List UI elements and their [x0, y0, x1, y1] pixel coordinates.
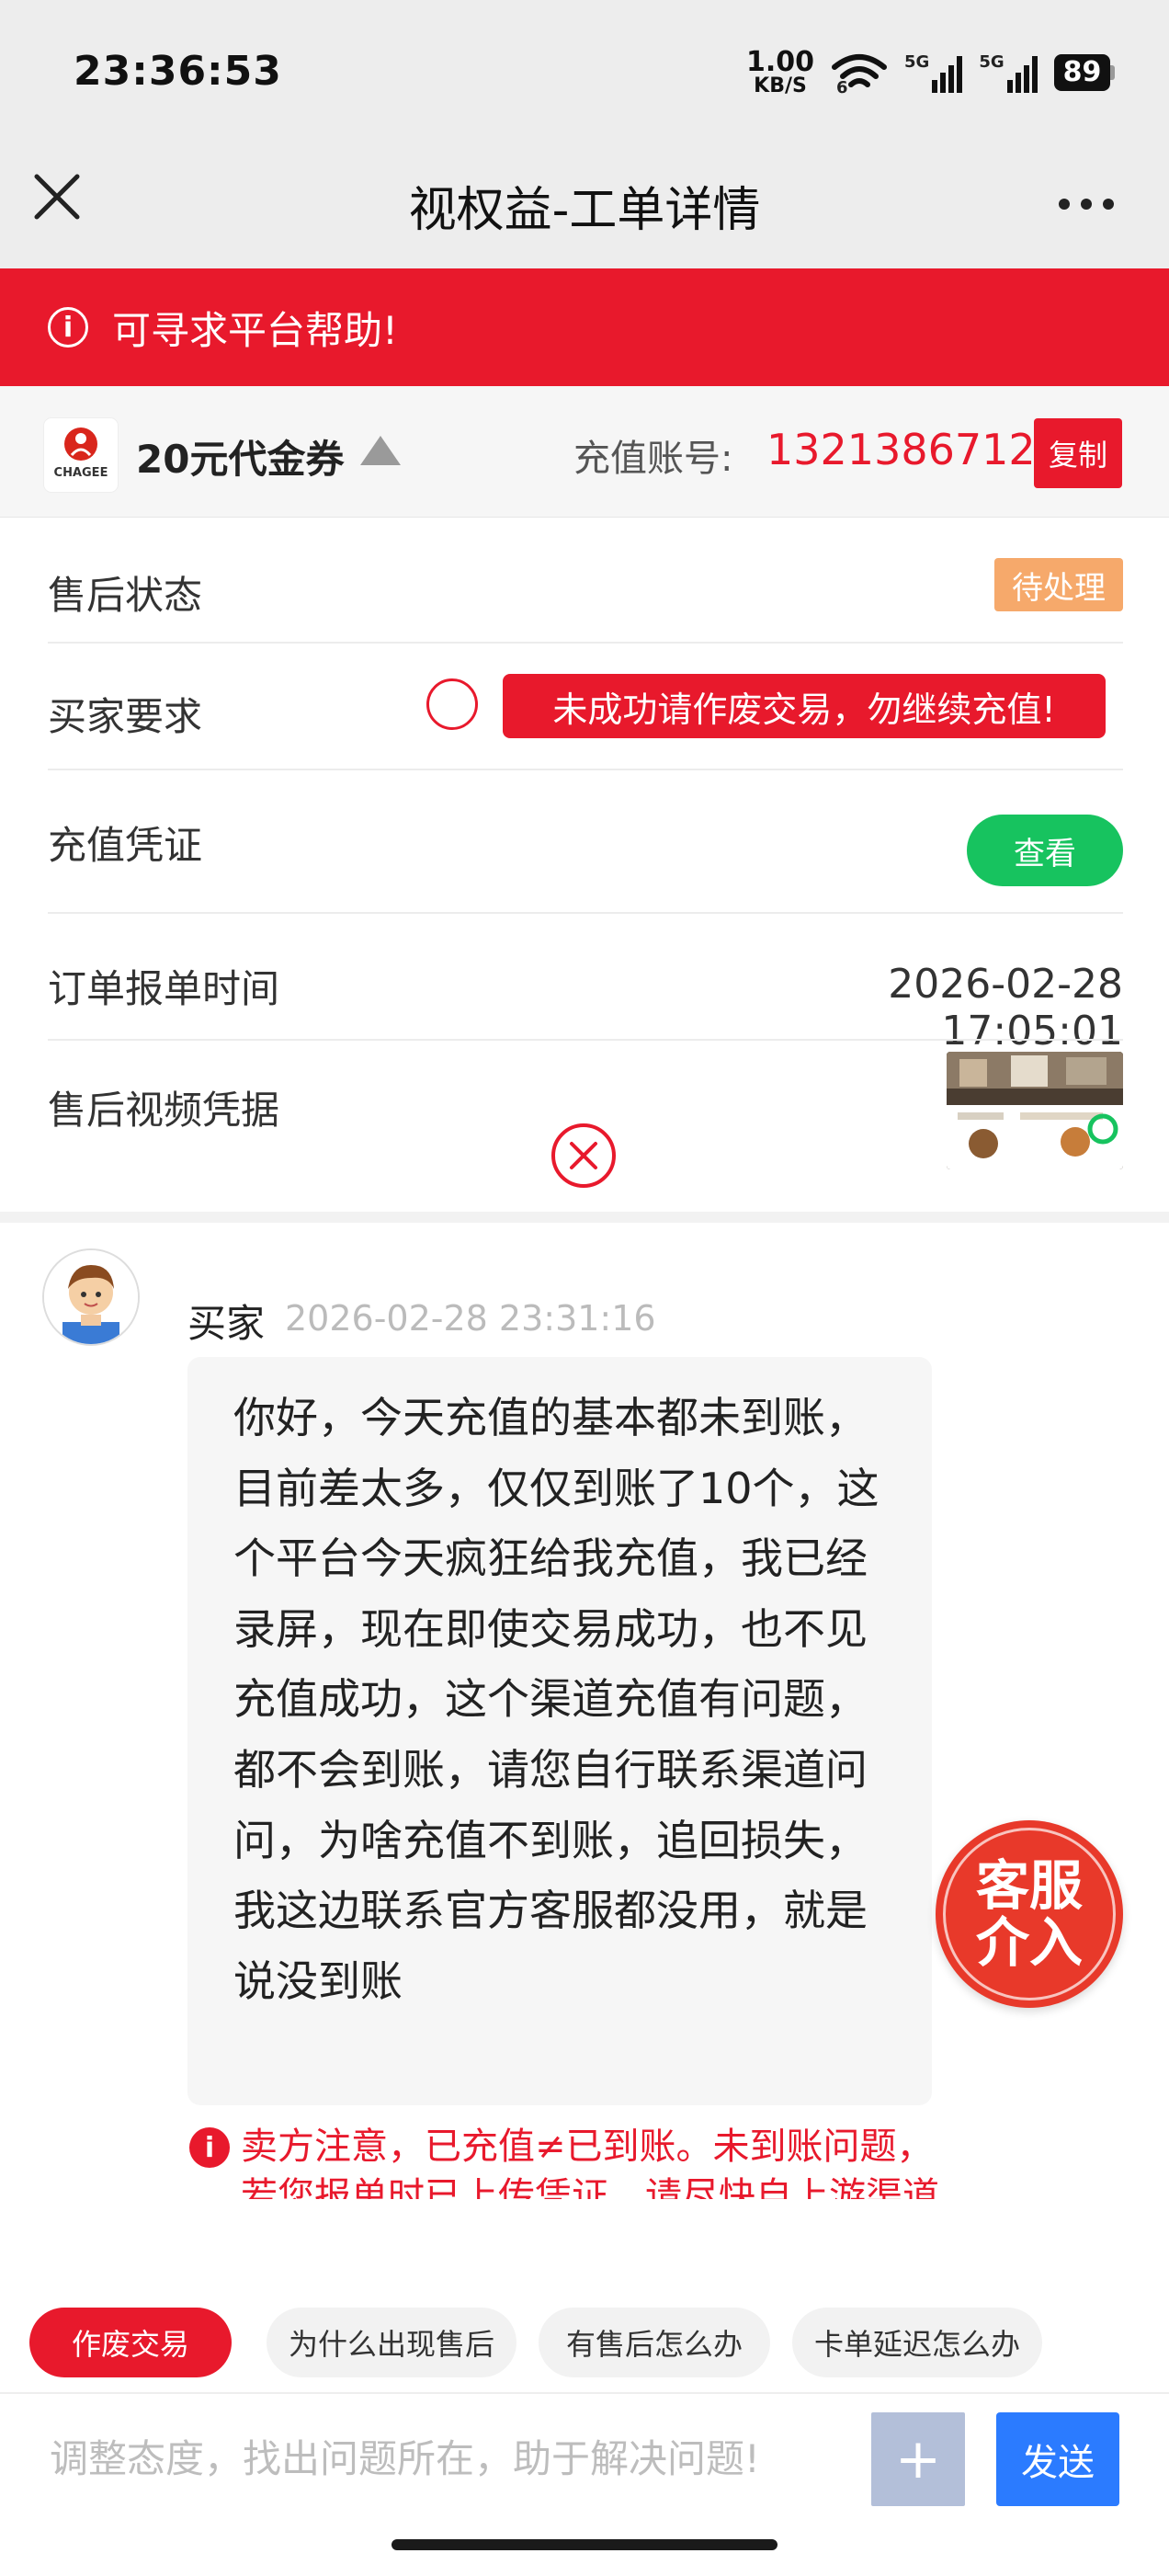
brand-logo: CHAGEE	[44, 418, 118, 492]
status-time: 23:36:53	[74, 48, 282, 95]
page-title: 视权益-工单详情	[408, 183, 761, 238]
alert-text: 可寻求平台帮助!	[112, 307, 398, 353]
caret-up-icon[interactable]	[360, 436, 401, 465]
account-value: 13213867125	[766, 425, 1062, 474]
net-speed-value: 1.00	[746, 46, 815, 78]
buyer-request-value: 未成功请作废交易，勿继续充值!	[503, 674, 1106, 738]
sender-name: 买家	[187, 1301, 266, 1346]
section-separator	[0, 1212, 1169, 1223]
chip-order-delay[interactable]: 卡单延迟怎么办	[792, 2308, 1042, 2377]
aftersale-status-label: 售后状态	[48, 573, 203, 618]
divider	[48, 769, 1123, 770]
kefu-label-2: 介入	[975, 1911, 1083, 1974]
buyer-request-label: 买家要求	[48, 694, 203, 739]
chip-void-transaction[interactable]: 作废交易	[29, 2308, 232, 2377]
more-menu-button[interactable]	[1057, 188, 1116, 211]
report-time-label: 订单报单时间	[48, 966, 280, 1011]
voucher-label: 充值凭证	[48, 823, 203, 868]
view-voucher-button[interactable]: 查看	[967, 815, 1123, 886]
wifi-badge: 6	[836, 78, 848, 97]
brand-logo-text: CHAGEE	[53, 466, 108, 480]
divider	[48, 642, 1123, 644]
wifi-icon: 6	[831, 52, 888, 97]
copy-button[interactable]: 复制	[1034, 418, 1122, 488]
send-button[interactable]: 发送	[996, 2412, 1119, 2506]
add-attachment-button[interactable]: +	[871, 2412, 965, 2506]
status-badge: 待处理	[994, 558, 1123, 611]
avatar	[42, 1248, 140, 1346]
net-speed: 1.00 KB/S	[746, 49, 814, 97]
info-icon: i	[48, 307, 88, 348]
status-icons: 1.00 KB/S 6 5G 5G 89	[746, 49, 1116, 97]
home-indicator[interactable]	[392, 2539, 777, 2550]
video-evidence-label: 售后视频凭据	[48, 1088, 280, 1133]
kefu-label-1: 客服	[975, 1854, 1083, 1917]
video-thumbnail[interactable]	[947, 1052, 1123, 1169]
message-time: 2026-02-28 23:31:16	[285, 1298, 656, 1339]
divider	[48, 912, 1123, 914]
message-input[interactable]	[48, 2418, 842, 2499]
close-circle-icon[interactable]	[550, 1122, 618, 1190]
warning-icon: i	[189, 2127, 230, 2168]
chip-why-aftersale[interactable]: 为什么出现售后	[267, 2308, 516, 2377]
chip-aftersale-howto[interactable]: 有售后怎么办	[539, 2308, 770, 2377]
message-text: 你好，今天充值的基本都未到账，目前差太多，仅仅到账了10个，这个平台今天疯狂给我…	[233, 1393, 880, 2006]
battery-icon: 89	[1053, 54, 1116, 91]
net-speed-unit: KB/S	[754, 74, 807, 97]
battery-level: 89	[1053, 54, 1111, 91]
divider	[48, 1039, 1123, 1041]
signal-icon-1: 5G	[904, 52, 963, 93]
warning-container: 卖方注意，已充值≠已到账。未到账问题，若您报单时已上传凭证，请尽快自上游渠道	[241, 2122, 939, 2199]
request-radio[interactable]	[426, 678, 478, 730]
warning-text: 卖方注意，已充值≠已到账。未到账问题，若您报单时已上传凭证，请尽快自上游渠道	[241, 2126, 939, 2199]
help-alert-banner[interactable]: i 可寻求平台帮助!	[0, 268, 1169, 386]
product-name: 20元代金券	[136, 437, 345, 482]
customer-service-button[interactable]: 客服 介入	[936, 1820, 1123, 2008]
signal-icon-2: 5G	[979, 52, 1038, 93]
account-label: 充值账号:	[573, 438, 733, 480]
more-icon	[1059, 199, 1114, 210]
